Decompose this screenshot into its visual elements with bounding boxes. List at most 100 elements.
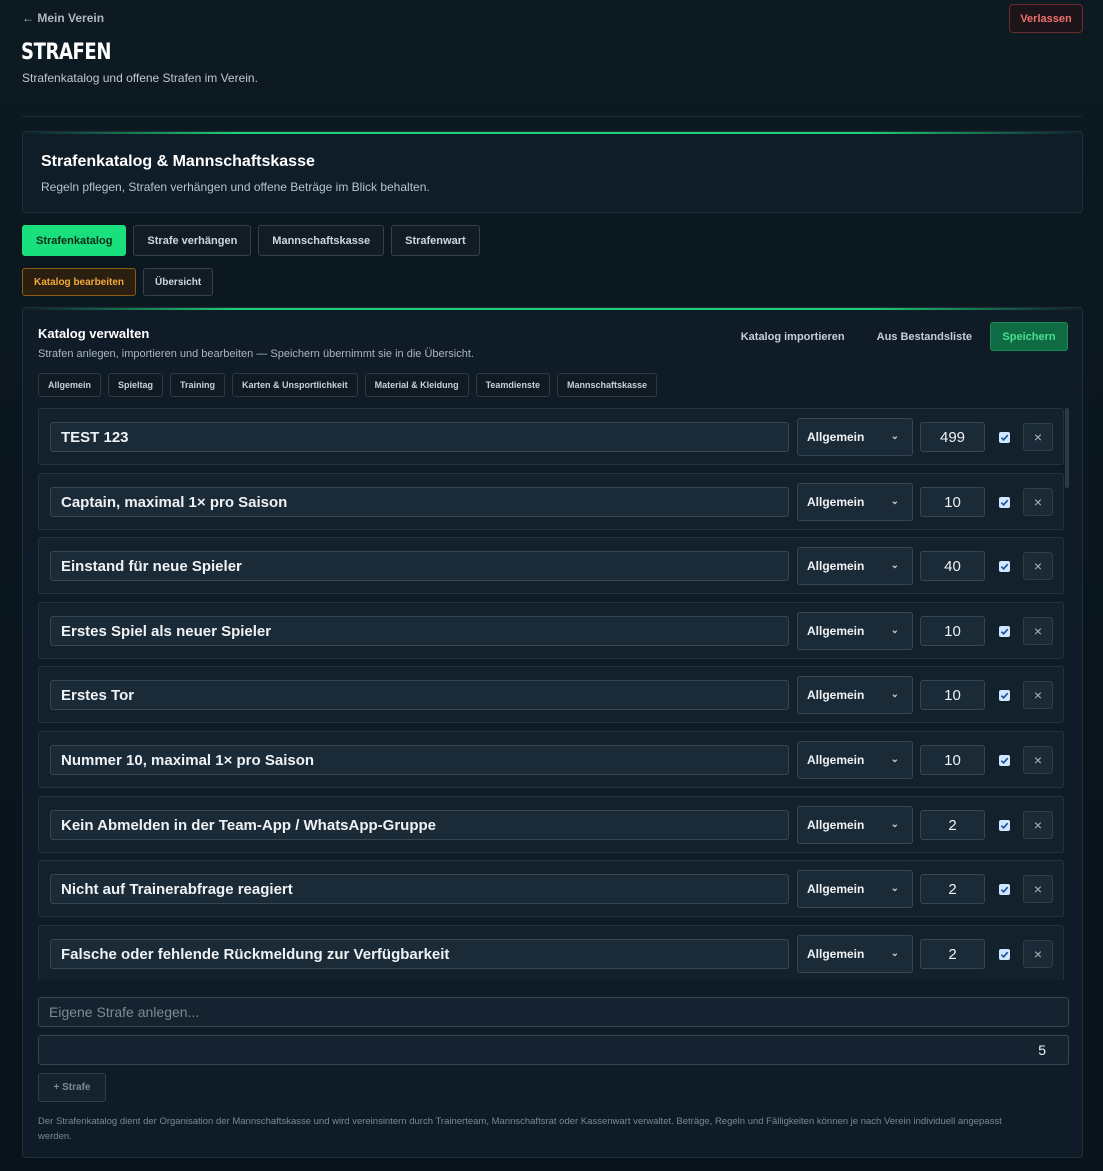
delete-penalty-button[interactable]: × — [1023, 811, 1053, 839]
import-catalog-button[interactable]: Katalog importieren — [725, 322, 861, 351]
chip-allgemein[interactable]: Allgemein — [38, 373, 102, 397]
checkmark-icon — [1000, 886, 1009, 894]
penalty-active-checkbox[interactable] — [999, 755, 1010, 766]
chevron-down-icon: ⌄ — [890, 689, 899, 700]
penalty-amount-input[interactable]: 10 — [920, 680, 985, 710]
penalty-category-value: Allgemein — [807, 818, 865, 832]
subtab-katalog-bearbeiten[interactable]: Katalog bearbeiten — [22, 268, 137, 296]
penalty-category-value: Allgemein — [807, 753, 865, 767]
chip-karten-unsportlichkeit[interactable]: Karten & Unsportlichkeit — [232, 373, 358, 397]
back-link[interactable]: ← Mein Verein — [22, 11, 104, 25]
penalty-active-checkbox[interactable] — [999, 626, 1010, 637]
chip-teamdienste[interactable]: Teamdienste — [475, 373, 550, 397]
catalog-panel: Katalog verwalten Strafen anlegen, impor… — [22, 307, 1083, 1158]
penalty-category-select[interactable]: Allgemein ⌄ — [797, 612, 913, 650]
chevron-down-icon: ⌄ — [890, 431, 899, 442]
penalty-row: Falsche oder fehlende Rückmeldung zur Ve… — [38, 925, 1064, 980]
new-penalty-name-input[interactable]: Eigene Strafe anlegen... — [38, 997, 1069, 1027]
penalty-name-input[interactable]: Erstes Tor — [50, 680, 789, 710]
penalty-name-input[interactable]: Captain, maximal 1× pro Saison — [50, 487, 789, 517]
header-divider — [22, 116, 1082, 117]
penalty-category-select[interactable]: Allgemein ⌄ — [797, 935, 913, 973]
chip-mannschaftskasse[interactable]: Mannschaftskasse — [556, 373, 657, 397]
penalty-amount-input[interactable]: 2 — [920, 810, 985, 840]
tab-mannschaftskasse[interactable]: Mannschaftskasse — [258, 225, 385, 256]
penalty-active-checkbox[interactable] — [999, 432, 1010, 443]
page-subtitle: Strafenkatalog und offene Strafen im Ver… — [22, 71, 258, 85]
tab-strafenwart[interactable]: Strafenwart — [391, 225, 480, 256]
main-tabs: Strafenkatalog Strafe verhängen Mannscha… — [22, 225, 480, 256]
subtab-uebersicht[interactable]: Übersicht — [143, 268, 214, 296]
checkmark-icon — [1000, 951, 1009, 959]
penalty-amount-input[interactable]: 2 — [920, 939, 985, 969]
penalty-amount-input[interactable]: 499 — [920, 422, 985, 452]
delete-penalty-button[interactable]: × — [1023, 940, 1053, 968]
sub-tabs: Katalog bearbeiten Übersicht — [22, 268, 214, 296]
delete-penalty-button[interactable]: × — [1023, 423, 1053, 451]
penalty-amount-input[interactable]: 40 — [920, 551, 985, 581]
penalty-name-input[interactable]: Kein Abmelden in der Team-App / WhatsApp… — [50, 810, 789, 840]
close-icon: × — [1033, 558, 1043, 574]
penalty-row: Erstes Spiel als neuer Spieler Allgemein ⌄… — [38, 602, 1064, 659]
leave-button[interactable]: Verlassen — [1009, 4, 1083, 33]
penalty-category-select[interactable]: Allgemein ⌄ — [797, 806, 913, 844]
checkmark-icon — [1000, 499, 1009, 507]
from-existing-button[interactable]: Aus Bestandsliste — [861, 322, 988, 351]
penalty-category-select[interactable]: Allgemein ⌄ — [797, 547, 913, 585]
tab-strafe-verhaengen[interactable]: Strafe verhängen — [133, 225, 252, 256]
list-scrollbar[interactable] — [1065, 408, 1069, 488]
penalty-category-select[interactable]: Allgemein ⌄ — [797, 676, 913, 714]
chevron-down-icon: ⌄ — [890, 883, 899, 894]
penalty-name-input[interactable]: Nummer 10, maximal 1× pro Saison — [50, 745, 789, 775]
penalty-active-checkbox[interactable] — [999, 820, 1010, 831]
penalty-amount-input[interactable]: 10 — [920, 745, 985, 775]
penalty-row: Erstes Tor Allgemein ⌄ 10 × — [38, 666, 1064, 723]
hero-subtitle: Regeln pflegen, Strafen verhängen und of… — [41, 180, 430, 194]
penalty-name-input[interactable]: Falsche oder fehlende Rückmeldung zur Ve… — [50, 939, 789, 969]
penalty-category-select[interactable]: Allgemein ⌄ — [797, 870, 913, 908]
close-icon: × — [1033, 494, 1043, 510]
close-icon: × — [1033, 687, 1043, 703]
chip-material-kleidung[interactable]: Material & Kleidung — [364, 373, 469, 397]
checkmark-icon — [1000, 692, 1009, 700]
penalty-category-select[interactable]: Allgemein ⌄ — [797, 418, 913, 456]
panel-subtitle: Strafen anlegen, importieren und bearbei… — [38, 348, 474, 360]
penalty-amount-input[interactable]: 10 — [920, 487, 985, 517]
penalty-name-input[interactable]: Nicht auf Trainerabfrage reagiert — [50, 874, 789, 904]
delete-penalty-button[interactable]: × — [1023, 617, 1053, 645]
penalty-category-value: Allgemein — [807, 430, 865, 444]
penalty-active-checkbox[interactable] — [999, 884, 1010, 895]
penalty-category-select[interactable]: Allgemein ⌄ — [797, 741, 913, 779]
save-button[interactable]: Speichern — [990, 322, 1068, 351]
penalty-category-value: Allgemein — [807, 624, 865, 638]
footnote: Der Strafenkatalog dient der Organisatio… — [38, 1116, 1002, 1142]
penalty-name-input[interactable]: TEST 123 — [50, 422, 789, 452]
penalty-category-select[interactable]: Allgemein ⌄ — [797, 483, 913, 521]
penalty-active-checkbox[interactable] — [999, 690, 1010, 701]
delete-penalty-button[interactable]: × — [1023, 875, 1053, 903]
penalty-category-value: Allgemein — [807, 495, 865, 509]
penalty-name-input[interactable]: Erstes Spiel als neuer Spieler — [50, 616, 789, 646]
penalty-active-checkbox[interactable] — [999, 949, 1010, 960]
penalty-amount-input[interactable]: 2 — [920, 874, 985, 904]
delete-penalty-button[interactable]: × — [1023, 746, 1053, 774]
panel-actions: Katalog importieren Aus Bestandsliste Sp… — [725, 322, 1068, 351]
add-penalty-button[interactable]: + Strafe — [38, 1073, 106, 1102]
chevron-down-icon: ⌄ — [890, 560, 899, 571]
tab-strafenkatalog[interactable]: Strafenkatalog — [22, 225, 127, 256]
chip-training[interactable]: Training — [170, 373, 226, 397]
chip-spieltag[interactable]: Spieltag — [108, 373, 164, 397]
penalty-active-checkbox[interactable] — [999, 561, 1010, 572]
new-penalty-amount-input[interactable]: 5 — [38, 1035, 1069, 1065]
delete-penalty-button[interactable]: × — [1023, 552, 1053, 580]
delete-penalty-button[interactable]: × — [1023, 488, 1053, 516]
penalty-category-value: Allgemein — [807, 688, 865, 702]
penalty-name-input[interactable]: Einstand für neue Spieler — [50, 551, 789, 581]
penalty-amount-input[interactable]: 10 — [920, 616, 985, 646]
penalty-category-value: Allgemein — [807, 882, 865, 896]
category-filter-chips: Allgemein Spieltag Training Karten & Uns… — [38, 373, 657, 397]
delete-penalty-button[interactable]: × — [1023, 681, 1053, 709]
close-icon: × — [1033, 817, 1043, 833]
penalty-active-checkbox[interactable] — [999, 497, 1010, 508]
penalty-row: Captain, maximal 1× pro Saison Allgemein ⌄… — [38, 473, 1064, 530]
